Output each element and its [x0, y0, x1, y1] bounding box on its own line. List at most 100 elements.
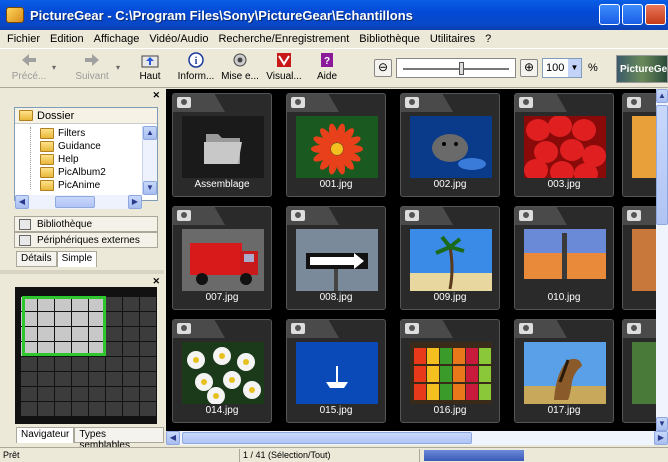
tree-item[interactable]: Guidance [40, 140, 106, 153]
help-button[interactable]: ? Aide [312, 52, 342, 82]
toolbar: Précé... ▾ Suivant ▾ Haut i Inform... Mi… [0, 48, 668, 88]
tree-vscroll[interactable]: ▲ ▼ [142, 126, 157, 195]
zoom-out-button[interactable]: ⊖ [374, 59, 392, 77]
up-button[interactable]: Haut [136, 52, 164, 82]
image-thumbnail[interactable]: 001.jpg [286, 93, 386, 197]
navigator-cell [123, 372, 139, 386]
zoom-select[interactable]: 100 ▼ [542, 58, 582, 78]
forward-button[interactable]: Suivant [72, 52, 112, 82]
thumbnail-label: 002.jpg [433, 179, 467, 190]
scroll-right-icon[interactable]: ▶ [128, 195, 142, 209]
zoom-slider[interactable] [396, 58, 516, 78]
image-thumbnail[interactable]: 016.jpg [400, 319, 500, 423]
folder-root[interactable]: Dossier [15, 108, 157, 124]
scroll-down-icon[interactable]: ▼ [656, 417, 668, 431]
tab-details[interactable]: Détails [16, 251, 57, 267]
forward-dropdown-icon[interactable]: ▾ [116, 63, 120, 72]
scroll-up-icon[interactable]: ▲ [656, 89, 668, 103]
info-button[interactable]: i Inform... [176, 52, 216, 82]
folder-thumbnail[interactable]: Assemblage [172, 93, 272, 197]
setup-button[interactable]: Mise e... [220, 52, 260, 82]
visual-button[interactable]: Visual... [264, 52, 304, 82]
image-thumbnail[interactable]: 003.jpg [514, 93, 614, 197]
help-book-icon: ? [321, 53, 333, 67]
image-thumbnail[interactable]: 007.jpg [172, 206, 272, 310]
tab-similar-types[interactable]: Types semblables [74, 427, 164, 451]
image-thumbnail[interactable]: 015.jpg [286, 319, 386, 423]
image-thumbnail[interactable]: 009.jpg [400, 206, 500, 310]
menu-utilitaires[interactable]: Utilitaires [425, 33, 480, 45]
image-thumbnail[interactable]: 0 [622, 206, 656, 310]
folder-icon [40, 154, 54, 165]
navigator-map[interactable] [15, 287, 157, 424]
menu-affichage[interactable]: Affichage [89, 33, 145, 45]
scroll-thumb[interactable] [182, 432, 472, 444]
navigator-cell [55, 387, 71, 401]
menu-bar: Fichier Edition Affichage Vidéo/Audio Re… [0, 30, 668, 48]
minimize-button[interactable] [599, 4, 620, 25]
menu-help[interactable]: ? [480, 33, 496, 45]
scroll-thumb[interactable] [656, 105, 668, 225]
scroll-left-icon[interactable]: ◀ [166, 431, 180, 445]
back-dropdown-icon[interactable]: ▾ [52, 63, 56, 72]
maximize-button[interactable] [622, 4, 643, 25]
menu-fichier[interactable]: Fichier [2, 33, 45, 45]
grid-hscroll[interactable]: ◀ ▶ [166, 431, 668, 445]
tree-item[interactable]: PicAnime [40, 179, 106, 192]
tab-simple[interactable]: Simple [56, 251, 98, 267]
camera-icon [291, 97, 305, 108]
menu-bibliotheque[interactable]: Bibliothèque [354, 33, 425, 45]
pane-splitter[interactable] [0, 270, 164, 274]
devices-row[interactable]: Périphériques externes [14, 232, 158, 248]
scroll-thumb[interactable] [55, 196, 95, 208]
status-text: Prêt [0, 449, 240, 462]
close-button[interactable] [645, 4, 666, 25]
scroll-down-icon[interactable]: ▼ [143, 181, 157, 195]
folder-icon [40, 128, 54, 139]
grid-vscroll[interactable]: ▲ ▼ [656, 89, 668, 431]
scroll-right-icon[interactable]: ▶ [654, 431, 668, 445]
thumbnail-image [524, 116, 606, 178]
camera-icon [519, 97, 533, 108]
navigator-cell [140, 327, 156, 341]
close-icon[interactable]: ✕ [152, 90, 160, 101]
thumbnail-image [632, 116, 656, 178]
scroll-up-icon[interactable]: ▲ [143, 126, 157, 140]
scroll-left-icon[interactable]: ◀ [15, 195, 29, 209]
navigator-selection[interactable] [22, 296, 106, 356]
camera-icon [627, 210, 641, 221]
zoom-slider-thumb[interactable] [459, 62, 465, 75]
image-thumbnail[interactable]: 008.jpg [286, 206, 386, 310]
tree-item[interactable]: Filters [40, 127, 106, 140]
thumbnail-grid: Assemblage 001.jpg 002.jpg 003.jpg 0 007.jpg 0… [166, 89, 656, 431]
image-thumbnail[interactable]: 0 [622, 93, 656, 197]
navigator-cell [123, 387, 139, 401]
thumbnail-label: 008.jpg [319, 292, 353, 303]
menu-recherche[interactable]: Recherche/Enregistrement [213, 33, 354, 45]
image-thumbnail[interactable]: 014.jpg [172, 319, 272, 423]
image-thumbnail[interactable]: 010.jpg [514, 206, 614, 310]
library-label: Bibliothèque [37, 218, 93, 230]
navigator-cell [21, 402, 37, 416]
menu-edition[interactable]: Edition [45, 33, 89, 45]
navigator-cell [106, 387, 122, 401]
tree-item[interactable]: Help [40, 153, 106, 166]
tab-navigator[interactable]: Navigateur [16, 427, 75, 443]
navigator-cell [38, 402, 54, 416]
navigator-cell [123, 297, 139, 311]
zoom-in-button[interactable]: ⊕ [520, 59, 538, 77]
zoom-value: 100 [546, 62, 565, 74]
library-row[interactable]: Bibliothèque [14, 216, 158, 232]
camera-icon [177, 210, 191, 221]
navigator-cell [21, 372, 37, 386]
back-button[interactable]: Précé... [10, 52, 48, 82]
tree-item[interactable]: PicAlbum2 [40, 166, 106, 179]
image-thumbnail[interactable]: 0 [622, 319, 656, 423]
image-thumbnail[interactable]: 017.jpg [514, 319, 614, 423]
window-title: PictureGear - C:\Program Files\Sony\Pict… [30, 7, 413, 23]
menu-video-audio[interactable]: Vidéo/Audio [144, 33, 213, 45]
close-icon[interactable]: ✕ [152, 276, 160, 287]
camera-icon [177, 323, 191, 334]
image-thumbnail[interactable]: 002.jpg [400, 93, 500, 197]
tree-hscroll[interactable]: ◀ ▶ [15, 195, 142, 209]
